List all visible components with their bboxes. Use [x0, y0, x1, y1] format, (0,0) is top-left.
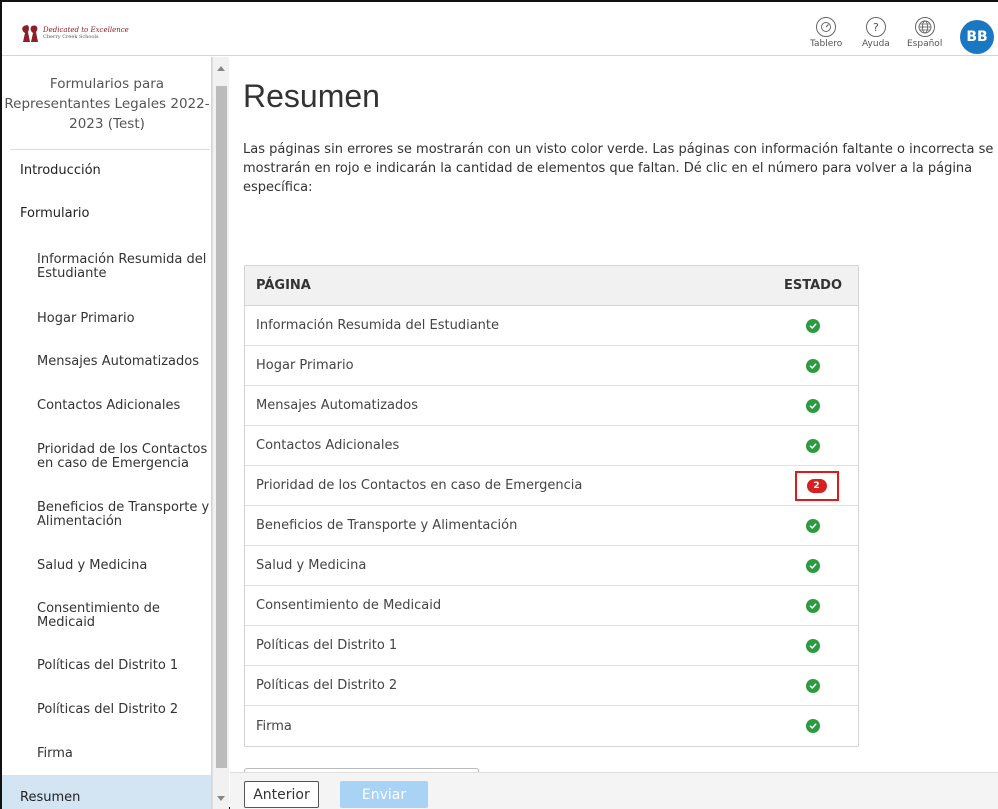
- sidebar-scrollbar[interactable]: [212, 57, 229, 809]
- column-header-page: PÁGINA: [256, 278, 311, 293]
- check-circle-icon: [806, 438, 820, 453]
- globe-icon: [914, 17, 935, 37]
- sidebar-item-mensajes-automatizados[interactable]: Mensajes Automatizados: [37, 355, 211, 369]
- check-circle-icon: [806, 318, 820, 333]
- logo-tagline: Dedicated to Excellence: [43, 25, 129, 34]
- page-link[interactable]: Políticas del Distrito 2: [256, 678, 768, 693]
- nav-help[interactable]: ? Ayuda: [862, 17, 890, 49]
- nav-language[interactable]: Español: [907, 17, 942, 49]
- sidebar-item-firma[interactable]: Firma: [37, 747, 211, 761]
- status-cell: 2: [768, 470, 858, 501]
- table-row: Firma: [245, 706, 858, 746]
- error-count-badge[interactable]: 2: [806, 478, 827, 493]
- status-cell: [768, 598, 858, 613]
- dashboard-icon: [816, 17, 837, 37]
- sidebar-item-beneficios[interactable]: Beneficios de Transporte y Alimentación: [37, 501, 211, 529]
- page-link[interactable]: Prioridad de los Contactos en caso de Em…: [256, 478, 768, 493]
- status-cell: [768, 398, 858, 413]
- nav-language-label: Español: [907, 39, 943, 49]
- sidebar-item-politicas-1[interactable]: Políticas del Distrito 1: [37, 659, 211, 673]
- page-link[interactable]: Contactos Adicionales: [256, 438, 768, 453]
- scroll-down-arrow-icon[interactable]: [217, 796, 225, 801]
- user-avatar[interactable]: BB: [960, 20, 994, 54]
- page-link[interactable]: Mensajes Automatizados: [256, 398, 768, 413]
- error-highlight-box: 2: [794, 470, 839, 501]
- status-cell: [768, 318, 858, 333]
- table-row: Políticas del Distrito 1: [245, 626, 858, 666]
- check-circle-icon: [806, 678, 820, 693]
- table-row: Hogar Primario: [245, 346, 858, 386]
- status-cell: [768, 518, 858, 533]
- top-header: Dedicated to Excellence Cherry Creek Sch…: [2, 2, 998, 56]
- page-link[interactable]: Salud y Medicina: [256, 558, 768, 573]
- sidebar-item-politicas-2[interactable]: Políticas del Distrito 2: [37, 703, 211, 717]
- table-header: PÁGINA ESTADO: [245, 266, 858, 306]
- sidebar-item-hogar-primario[interactable]: Hogar Primario: [37, 312, 211, 326]
- page-link[interactable]: Beneficios de Transporte y Alimentación: [256, 518, 768, 533]
- table-row: Beneficios de Transporte y Alimentación: [245, 506, 858, 546]
- submit-button[interactable]: Enviar: [340, 781, 428, 808]
- footer-bar: Anterior Enviar: [230, 772, 998, 809]
- check-circle-icon: [806, 598, 820, 613]
- logo-org-name: Cherry Creek Schools: [43, 33, 99, 40]
- table-row: Salud y Medicina: [245, 546, 858, 586]
- check-circle-icon: [806, 638, 820, 653]
- help-icon: ?: [865, 17, 886, 37]
- sidebar-item-salud[interactable]: Salud y Medicina: [37, 559, 211, 573]
- sidebar-divider: [10, 149, 210, 150]
- check-circle-icon: [806, 398, 820, 413]
- sidebar-item-contactos-adicionales[interactable]: Contactos Adicionales: [37, 399, 211, 413]
- district-logo[interactable]: Dedicated to Excellence Cherry Creek Sch…: [21, 23, 129, 43]
- status-cell: [768, 558, 858, 573]
- table-row: Consentimiento de Medicaid: [245, 586, 858, 626]
- nav-dashboard-label: Tablero: [810, 39, 843, 49]
- sidebar-item-prioridad-contactos[interactable]: Prioridad de los Contactos en caso de Em…: [37, 443, 211, 471]
- table-row: Políticas del Distrito 2: [245, 666, 858, 706]
- table-row: Mensajes Automatizados: [245, 386, 858, 426]
- summary-table: PÁGINA ESTADO Información Resumida del E…: [244, 265, 859, 747]
- check-circle-icon: [806, 558, 820, 573]
- page-link[interactable]: Políticas del Distrito 1: [256, 638, 768, 653]
- page-link[interactable]: Firma: [256, 719, 768, 734]
- sidebar-form-title: Formularios para Representantes Legales …: [4, 76, 210, 132]
- sidebar-item-informacion-resumida[interactable]: Información Resumida del Estudiante: [37, 253, 211, 281]
- page-title: Resumen: [243, 78, 380, 114]
- column-header-status: ESTADO: [783, 278, 842, 293]
- page-link[interactable]: Hogar Primario: [256, 358, 768, 373]
- check-circle-icon: [806, 358, 820, 373]
- previous-button[interactable]: Anterior: [244, 781, 319, 808]
- page-link[interactable]: Información Resumida del Estudiante: [256, 318, 768, 333]
- table-row: Contactos Adicionales: [245, 426, 858, 466]
- status-cell: [768, 719, 858, 733]
- scrollbar-thumb[interactable]: [216, 86, 227, 768]
- sidebar: Formularios para Representantes Legales …: [2, 57, 212, 809]
- sidebar-section-formulario[interactable]: Formulario: [20, 206, 211, 221]
- summary-instructions: Las páginas sin errores se mostrarán con…: [243, 142, 994, 195]
- logo-mark-icon: [21, 23, 39, 43]
- status-cell: [768, 638, 858, 653]
- sidebar-item-medicaid[interactable]: Consentimiento de Medicaid: [37, 602, 211, 630]
- check-circle-icon: [806, 719, 820, 733]
- scroll-up-arrow-icon[interactable]: [217, 66, 225, 71]
- status-cell: [768, 438, 858, 453]
- nav-dashboard[interactable]: Tablero: [810, 17, 842, 49]
- sidebar-item-resumen[interactable]: Resumen: [2, 775, 211, 809]
- nav-help-label: Ayuda: [862, 39, 890, 49]
- table-row: Información Resumida del Estudiante: [245, 306, 858, 346]
- table-row: Prioridad de los Contactos en caso de Em…: [245, 466, 858, 506]
- status-cell: [768, 678, 858, 693]
- status-cell: [768, 358, 858, 373]
- check-circle-icon: [806, 518, 820, 533]
- sidebar-section-introduccion[interactable]: Introducción: [20, 163, 211, 178]
- page-link[interactable]: Consentimiento de Medicaid: [256, 598, 768, 613]
